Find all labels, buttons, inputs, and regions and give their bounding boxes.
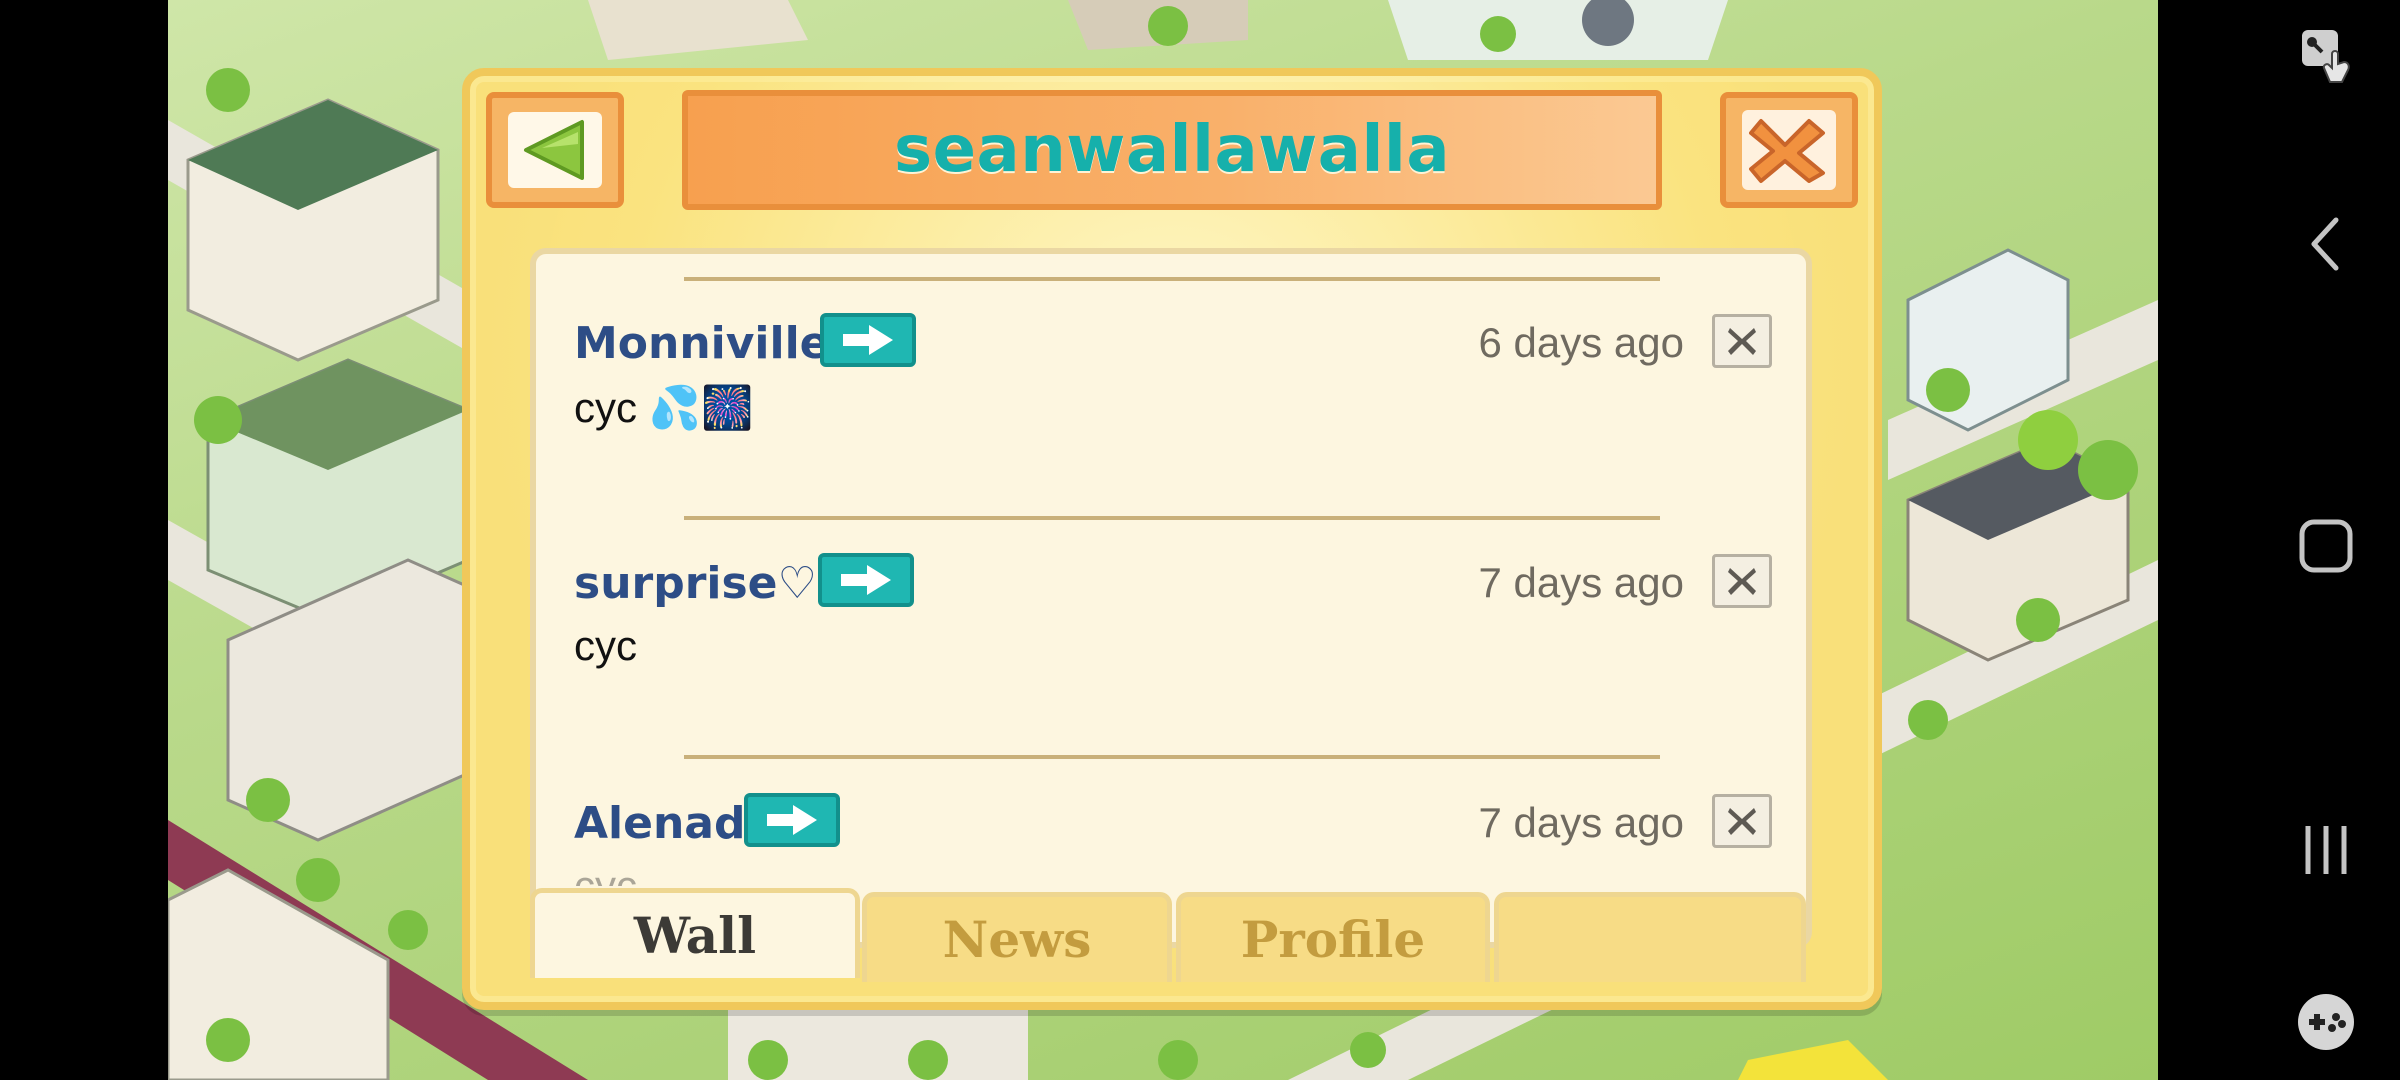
back-button[interactable] [486,92,624,208]
delete-post-button[interactable] [1712,314,1772,368]
home-nav-button[interactable] [2290,510,2362,582]
player-name-title: seanwallawalla [894,113,1450,187]
post-divider [684,755,1660,759]
right-arrow-icon [843,325,893,355]
right-arrow-icon [767,805,817,835]
post-divider [684,516,1660,520]
screenshot-tool-button[interactable] [2290,20,2362,92]
x-icon [1728,328,1756,355]
post-author-link[interactable]: Monniville [574,318,830,369]
tab-wall[interactable]: Wall [530,888,860,978]
system-navigation-bar [2158,0,2400,1080]
tab-news[interactable]: News [862,892,1172,982]
x-icon [1728,808,1756,835]
post-message: cyc [574,622,637,669]
visit-city-button[interactable] [820,313,916,367]
x-icon [1728,568,1756,595]
post-timestamp: 7 days ago [1478,799,1685,846]
right-arrow-icon [841,565,891,595]
visit-city-button[interactable] [818,553,914,607]
screenshot-tool-icon [2302,30,2350,83]
game-controller-icon [2298,994,2354,1050]
close-button[interactable] [1720,92,1858,208]
recent-apps-icon [2305,826,2347,874]
back-arrow-icon [524,120,584,180]
post-divider [684,277,1660,281]
close-button-face [1742,110,1836,190]
post-timestamp: 7 days ago [1478,559,1685,606]
back-button-face [508,112,602,188]
visit-city-button[interactable] [744,793,840,847]
delete-post-button[interactable] [1712,554,1772,608]
back-nav-button[interactable] [2290,208,2362,280]
dialog-tab-strip: Wall News Profile [530,886,1812,982]
tab-empty [1494,892,1806,982]
post-timestamp: 6 days ago [1478,319,1685,366]
post-author-link[interactable]: Alenad [574,798,746,849]
home-square-icon [2299,519,2353,573]
game-launcher-button[interactable] [2290,986,2362,1058]
close-x-icon [1749,119,1825,183]
post-message: cyc [574,862,637,886]
post-message: cyc 💦🎆 [574,384,754,431]
tab-profile[interactable]: Profile [1176,892,1490,982]
recent-apps-button[interactable] [2290,814,2362,886]
dialog-title-bar: seanwallawalla [682,90,1662,210]
post-author-link[interactable]: surprise♡ [574,558,817,609]
delete-post-button[interactable] [1712,794,1772,848]
back-chevron-icon [2311,217,2339,271]
